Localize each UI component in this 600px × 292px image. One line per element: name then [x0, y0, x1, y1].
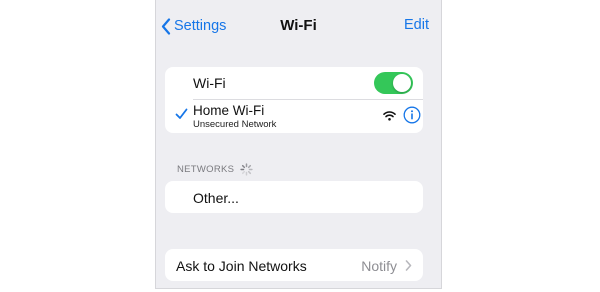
- networks-header-label: NETWORKS: [177, 164, 235, 175]
- other-network-label: Other...: [193, 190, 239, 206]
- networks-group: Other...: [165, 181, 423, 213]
- network-security-status: Unsecured Network: [193, 119, 277, 130]
- wifi-toggle-label: Wi-Fi: [193, 75, 226, 91]
- ask-to-join-row[interactable]: Ask to Join Networks Notify: [165, 249, 423, 281]
- info-icon[interactable]: [403, 106, 421, 124]
- wifi-toggle-switch[interactable]: [374, 72, 413, 94]
- networks-section-header: NETWORKS: [177, 163, 253, 176]
- edit-button[interactable]: Edit: [404, 17, 429, 33]
- ask-to-join-group: Ask to Join Networks Notify: [165, 249, 423, 281]
- other-network-row[interactable]: Other...: [165, 181, 423, 213]
- chevron-right-icon: [405, 260, 412, 271]
- current-network-row[interactable]: Home Wi-Fi Unsecured Network: [165, 99, 423, 133]
- network-name: Home Wi-Fi: [193, 103, 265, 118]
- wifi-signal-icon: [383, 111, 396, 121]
- ask-to-join-value: Notify: [361, 258, 397, 274]
- wifi-toggle-row: Wi-Fi: [165, 67, 423, 100]
- toggle-knob: [393, 74, 411, 92]
- navigation-bar: Settings Wi-Fi Edit: [156, 0, 441, 52]
- wifi-group: Wi-Fi Home Wi-Fi Unsecured Network: [165, 67, 423, 133]
- page-title: Wi-Fi: [280, 17, 317, 34]
- loading-spinner-icon: [240, 163, 253, 176]
- checkmark-icon: [175, 108, 188, 119]
- ask-to-join-label: Ask to Join Networks: [176, 258, 307, 274]
- settings-screen: Settings Wi-Fi Edit Wi-Fi Home Wi-Fi Uns…: [155, 0, 442, 289]
